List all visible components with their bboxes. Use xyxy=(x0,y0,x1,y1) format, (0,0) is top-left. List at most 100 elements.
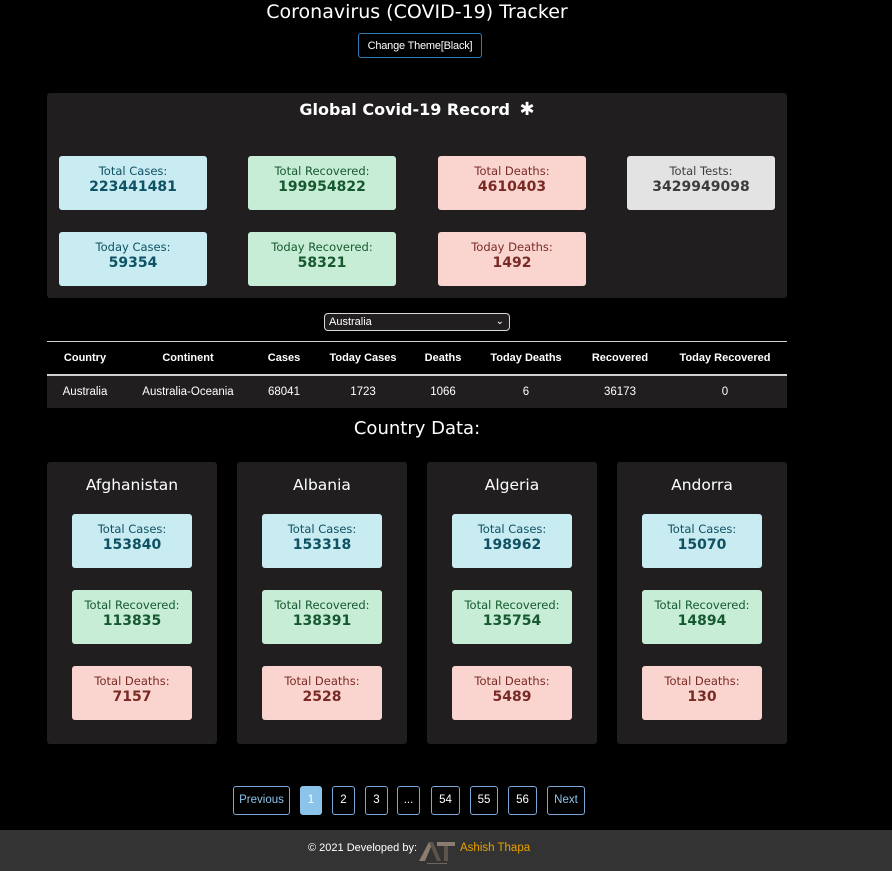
country-deaths-card: Total Deaths: 7157 xyxy=(72,666,192,720)
country-cases-value: 153318 xyxy=(292,537,352,553)
table-row: Australia Australia-Oceania 68041 1723 1… xyxy=(47,375,787,408)
country-deaths-label: Total Deaths: xyxy=(664,674,740,688)
table-cell: Australia-Oceania xyxy=(123,375,253,408)
country-cases-card: Total Cases: 153318 xyxy=(262,514,382,568)
country-deaths-label: Total Deaths: xyxy=(474,674,550,688)
table-cell: 0 xyxy=(663,375,787,408)
total-deaths-value: 4610403 xyxy=(477,179,547,195)
country-name: Albania xyxy=(293,476,351,494)
footer: © 2021 Developed by: Ashish Thapa xyxy=(0,830,892,871)
country-name: Afghanistan xyxy=(85,476,179,494)
total-tests-value: 3429949098 xyxy=(652,179,750,195)
today-recovered-value: 58321 xyxy=(297,255,347,271)
pagination-page-button[interactable]: 2 xyxy=(332,786,355,815)
country-deaths-label: Total Deaths: xyxy=(284,674,360,688)
today-deaths-value: 1492 xyxy=(492,255,532,271)
country-deaths-value: 130 xyxy=(687,689,717,705)
table-header: Continent xyxy=(123,341,253,376)
table-cell: 36173 xyxy=(577,375,663,408)
country-data-title: Country Data: xyxy=(353,418,481,439)
total-cases-card: Total Cases: 223441481 xyxy=(59,156,207,210)
country-cases-card: Total Cases: 15070 xyxy=(642,514,762,568)
country-recovered-value: 14894 xyxy=(677,613,727,629)
country-cases-value: 153840 xyxy=(102,537,162,553)
pagination-page-button[interactable]: 54 xyxy=(431,786,460,815)
table-header-row: Country Continent Cases Today Cases Deat… xyxy=(47,341,787,376)
virus-icon: ✱ xyxy=(519,99,535,120)
pagination-page-button[interactable]: 3 xyxy=(365,786,388,815)
country-card-albania: Albania Total Cases: 153318 Total Recove… xyxy=(237,462,407,744)
country-name: Andorra xyxy=(671,476,733,494)
country-deaths-value: 5489 xyxy=(492,689,532,705)
country-deaths-value: 7157 xyxy=(112,689,152,705)
country-recovered-card: Total Recovered: 113835 xyxy=(72,590,192,644)
footer-copyright: © 2021 Developed by: xyxy=(308,842,418,854)
total-cases-value: 223441481 xyxy=(89,179,177,195)
country-cases-card: Total Cases: 198962 xyxy=(452,514,572,568)
pagination-ellipsis[interactable]: ... xyxy=(397,786,420,815)
table-cell: 68041 xyxy=(253,375,315,408)
global-record-title-text: Global Covid-19 Record xyxy=(299,100,510,119)
chevron-down-icon: ⌄ xyxy=(495,316,504,327)
country-deaths-card: Total Deaths: 2528 xyxy=(262,666,382,720)
total-recovered-card: Total Recovered: 199954822 xyxy=(248,156,396,210)
country-recovered-value: 138391 xyxy=(292,613,352,629)
footer-author-link[interactable]: Ashish Thapa xyxy=(460,842,530,854)
country-deaths-card: Total Deaths: 130 xyxy=(642,666,762,720)
table-cell: 6 xyxy=(475,375,577,408)
country-recovered-card: Total Recovered: 14894 xyxy=(642,590,762,644)
country-recovered-card: Total Recovered: 135754 xyxy=(452,590,572,644)
country-card-afghanistan: Afghanistan Total Cases: 153840 Total Re… xyxy=(47,462,217,744)
today-cases-label: Today Cases: xyxy=(95,240,171,254)
change-theme-button[interactable]: Change Theme[Black] xyxy=(358,33,482,58)
country-recovered-value: 113835 xyxy=(102,613,162,629)
total-recovered-value: 199954822 xyxy=(278,179,366,195)
table-header: Country xyxy=(47,341,123,376)
country-recovered-label: Total Recovered: xyxy=(84,598,180,612)
today-recovered-card: Today Recovered: 58321 xyxy=(248,232,396,286)
table-cell: 1723 xyxy=(315,375,411,408)
total-tests-card: Total Tests: 3429949098 xyxy=(627,156,775,210)
country-recovered-label: Total Recovered: xyxy=(654,598,750,612)
country-deaths-label: Total Deaths: xyxy=(94,674,170,688)
today-cases-card: Today Cases: 59354 xyxy=(59,232,207,286)
total-deaths-label: Total Deaths: xyxy=(474,164,550,178)
total-deaths-card: Total Deaths: 4610403 xyxy=(438,156,586,210)
pagination-next-button[interactable]: Next xyxy=(547,786,585,815)
total-cases-label: Total Cases: xyxy=(98,164,168,178)
country-cases-label: Total Cases: xyxy=(477,522,547,536)
today-cases-value: 59354 xyxy=(108,255,158,271)
country-deaths-value: 2528 xyxy=(302,689,342,705)
country-deaths-card: Total Deaths: 5489 xyxy=(452,666,572,720)
table-header: Today Cases xyxy=(315,341,411,376)
table-header: Cases xyxy=(253,341,315,376)
today-deaths-label: Today Deaths: xyxy=(471,240,553,254)
page-title: Coronavirus (COVID-19) Tracker xyxy=(266,1,568,23)
total-recovered-label: Total Recovered: xyxy=(274,164,370,178)
country-card-algeria: Algeria Total Cases: 198962 Total Recove… xyxy=(427,462,597,744)
country-cases-value: 15070 xyxy=(677,537,727,553)
country-select-value: Australia xyxy=(329,316,372,328)
total-tests-label: Total Tests: xyxy=(669,164,733,178)
pagination-previous-button[interactable]: Previous xyxy=(233,786,290,815)
table-header: Deaths xyxy=(411,341,475,376)
country-recovered-label: Total Recovered: xyxy=(464,598,560,612)
table-cell: Australia xyxy=(47,375,123,408)
global-record-panel: Global Covid-19 Record ✱ Total Cases: 22… xyxy=(47,93,787,298)
table-cell: 1066 xyxy=(411,375,475,408)
pagination-page-button[interactable]: 55 xyxy=(470,786,498,815)
table-header: Today Deaths xyxy=(475,341,577,376)
country-recovered-label: Total Recovered: xyxy=(274,598,370,612)
pagination-page-button[interactable]: 56 xyxy=(508,786,537,815)
at-logo-icon xyxy=(419,842,455,864)
global-record-title: Global Covid-19 Record ✱ xyxy=(47,99,787,121)
today-deaths-card: Today Deaths: 1492 xyxy=(438,232,586,286)
country-recovered-value: 135754 xyxy=(482,613,542,629)
country-stats-table: Country Continent Cases Today Cases Deat… xyxy=(47,341,787,408)
pagination-page-button[interactable]: 1 xyxy=(300,786,322,815)
country-cases-label: Total Cases: xyxy=(667,522,737,536)
country-name: Algeria xyxy=(484,476,540,494)
country-card-andorra: Andorra Total Cases: 15070 Total Recover… xyxy=(617,462,787,744)
country-cases-label: Total Cases: xyxy=(287,522,357,536)
country-select[interactable]: Australia ⌄ xyxy=(324,313,510,331)
